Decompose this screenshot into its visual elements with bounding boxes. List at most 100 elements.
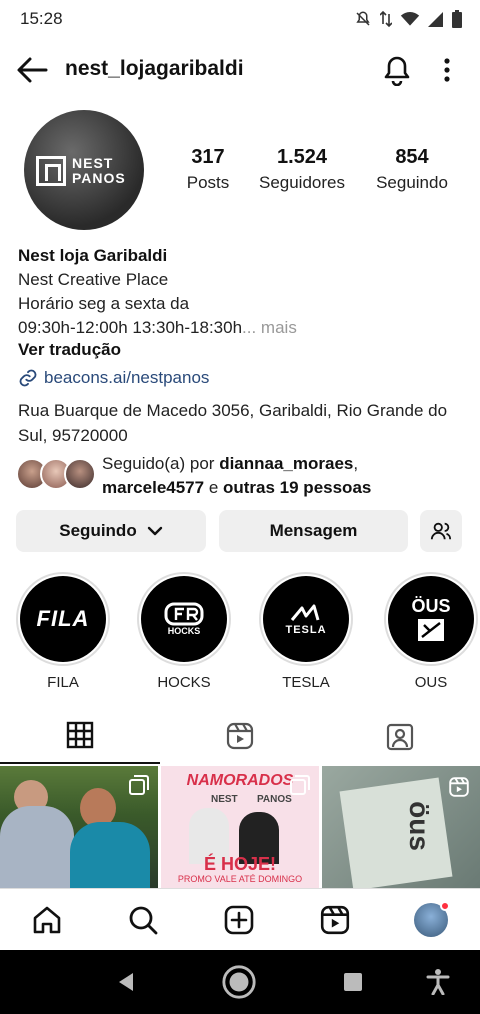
highlight-logo: HOCKS — [167, 626, 201, 636]
nav-search[interactable] — [126, 903, 160, 937]
nav-profile[interactable] — [414, 901, 450, 937]
profile-bio: Nest loja Garibaldi Nest Creative Place … — [18, 244, 468, 340]
posts-grid: NAMORADOS NEST PANOS É HOJE! PROMO VALE … — [0, 766, 480, 888]
stat-followers[interactable]: 1.524 Seguidores — [252, 146, 352, 193]
more-link[interactable]: ... mais — [242, 318, 297, 337]
n-logo-icon — [36, 156, 66, 186]
status-time: 15:28 — [20, 9, 63, 28]
stat-posts-value: 317 — [191, 146, 225, 168]
highlight-tesla[interactable]: TESLA TESLA — [259, 572, 353, 691]
profile-address[interactable]: Rua Buarque de Macedo 3056, Garibaldi, R… — [18, 398, 468, 448]
status-bar: 15:28 — [0, 0, 480, 38]
post-brand-text: PANOS — [257, 794, 292, 805]
bio-line: Horário seg a sexta da — [18, 294, 190, 313]
highlight-fila[interactable]: FILA FILA — [16, 572, 110, 691]
post-brand-text: öus — [403, 801, 435, 851]
highlight-hocks[interactable]: HOCKS HOCKS — [137, 572, 231, 691]
followed-user-2: marcele4577 — [102, 478, 205, 497]
stat-posts[interactable]: 317 Posts — [172, 146, 244, 193]
highlight-label: OUS — [414, 674, 448, 691]
carousel-icon — [290, 775, 310, 795]
suggested-people-button[interactable] — [420, 510, 462, 552]
followed-by-row[interactable]: Seguido(a) por diannaa_moraes, marcele45… — [16, 452, 471, 500]
ous-box-icon — [418, 618, 444, 641]
add-person-icon — [430, 522, 452, 540]
followed-comma: , — [353, 454, 359, 473]
highlight-label: FILA — [47, 674, 79, 691]
search-icon — [129, 906, 158, 935]
post-thumbnail[interactable]: öus — [322, 766, 480, 888]
chevron-down-icon — [147, 526, 162, 536]
triangle-back-icon — [119, 973, 133, 991]
highlight-ous[interactable]: ÖUS OUS — [384, 572, 478, 691]
highlight-label: TESLA — [282, 674, 330, 691]
following-button[interactable]: Seguindo — [16, 510, 206, 552]
profile-avatar[interactable]: NEST PANOS — [24, 110, 144, 230]
avatar-logo: NEST PANOS — [36, 152, 132, 190]
bell-icon — [384, 56, 410, 87]
reels-icon — [226, 722, 254, 750]
see-translation-link[interactable]: Ver tradução — [18, 340, 121, 360]
accessibility-button[interactable] — [420, 964, 456, 1000]
system-recents-button[interactable] — [335, 964, 371, 1000]
circle-home-icon — [222, 965, 256, 999]
followed-user-1: diannaa_moraes — [219, 454, 354, 473]
notifications-button[interactable] — [381, 54, 413, 87]
post-caption: PROMO VALE ATÉ DOMINGO — [177, 874, 303, 884]
reels-icon — [320, 905, 350, 935]
system-nav-bar — [0, 950, 480, 1014]
highlight-logo: FILA — [20, 576, 106, 662]
system-back-button[interactable] — [108, 964, 144, 1000]
bio-line-with-more: 09:30h-12:00h 13:30h-18:30h... mais — [18, 316, 468, 340]
profile-tabs — [0, 708, 480, 764]
followed-and: e — [204, 478, 223, 497]
avatar — [414, 901, 450, 937]
post-thumbnail[interactable] — [0, 766, 158, 888]
highlight-label: HOCKS — [157, 674, 211, 691]
post-thumbnail[interactable]: NAMORADOS NEST PANOS É HOJE! PROMO VALE … — [161, 766, 319, 888]
person-sweater — [70, 822, 150, 888]
tagged-user-icon — [386, 723, 414, 751]
followed-by-text: Seguido(a) por diannaa_moraes, marcele45… — [102, 452, 371, 500]
highlight-ring: TESLA — [259, 572, 353, 666]
more-vertical-icon — [444, 58, 450, 82]
carousel-icon — [129, 775, 149, 795]
bio-line: 09:30h-12:00h 13:30h-18:30h — [18, 318, 243, 337]
bandana-fabric — [339, 777, 453, 888]
nav-home[interactable] — [30, 903, 64, 937]
nav-create[interactable] — [222, 903, 256, 937]
nav-reels[interactable] — [318, 903, 352, 937]
bottom-nav — [0, 888, 480, 950]
battery-icon — [452, 10, 462, 28]
person-sweater — [0, 806, 74, 888]
tesla-logo-icon — [290, 604, 320, 621]
signal-icon — [428, 12, 443, 27]
profile-display-name: Nest loja Garibaldi — [18, 246, 168, 265]
message-button[interactable]: Mensagem — [219, 510, 408, 552]
stat-following[interactable]: 854 Seguindo — [368, 146, 456, 193]
avatar — [64, 458, 96, 490]
avatar-logo-text: NEST PANOS — [72, 155, 126, 186]
profile-link[interactable]: beacons.ai/nestpanos — [18, 368, 209, 388]
hocks-logo-icon — [164, 602, 204, 626]
tab-grid[interactable] — [0, 708, 160, 764]
link-icon — [19, 369, 37, 387]
followed-prefix: Seguido(a) por — [102, 454, 220, 473]
back-button[interactable] — [16, 54, 48, 86]
reels-icon — [449, 777, 469, 797]
profile-header: nest_lojagaribaldi — [0, 46, 480, 94]
more-options-button[interactable] — [436, 54, 458, 86]
accessibility-icon — [426, 969, 450, 995]
tab-reels[interactable] — [160, 708, 320, 764]
wifi-icon — [400, 12, 420, 26]
highlight-ring: ÖUS — [384, 572, 478, 666]
data-arrows-icon — [380, 10, 392, 28]
tab-tagged[interactable] — [320, 708, 480, 764]
stat-following-label: Seguindo — [376, 173, 448, 192]
system-home-button[interactable] — [221, 964, 257, 1000]
status-icons — [354, 10, 462, 28]
following-button-label: Seguindo — [59, 521, 137, 540]
highlight-logo-wrap: TESLA — [263, 576, 349, 662]
post-headline: É HOJE! — [203, 854, 277, 874]
highlight-logo-wrap: HOCKS — [141, 576, 227, 662]
